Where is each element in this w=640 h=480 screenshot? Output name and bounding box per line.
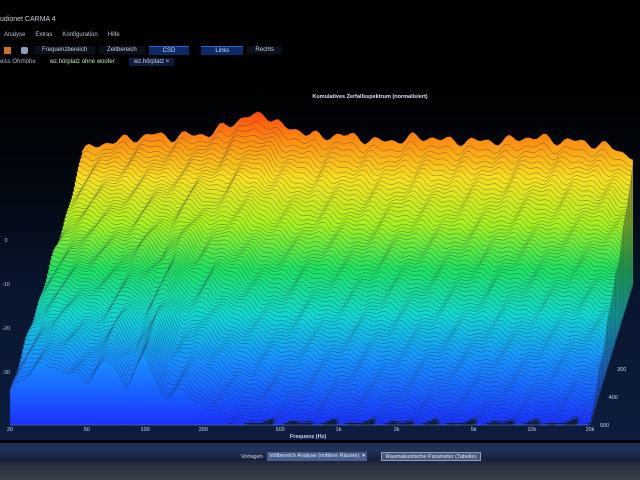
x-tick-label: 1k <box>336 427 342 433</box>
x-tick-label: 50 <box>84 427 90 433</box>
y-tick-label: 0 <box>4 238 7 244</box>
y-tick-label: -10 <box>2 282 10 288</box>
x-tick-label: 2k <box>394 427 400 433</box>
select-value: Vollbereich Analyse (mittlere Räume) <box>269 453 360 459</box>
y-tick-label: -30 <box>2 370 10 376</box>
waterfall-slices <box>9 111 634 426</box>
chevron-down-icon: ▾ <box>362 453 365 459</box>
time-tick-label: 500 <box>600 423 609 429</box>
x-tick-label: 100 <box>141 427 150 433</box>
x-axis-label: Frequenz (Hz) <box>290 434 327 440</box>
y-tick-label: -20 <box>2 326 10 332</box>
x-tick-label: 500 <box>276 427 285 433</box>
time-tick-label: 300 <box>617 367 626 373</box>
time-tick-label: 400 <box>609 395 618 401</box>
vorlagen-select[interactable]: Vollbereich Analyse (mittlere Räume) ▾ <box>267 452 367 461</box>
x-tick-label: 20k <box>586 427 595 433</box>
vorlagen-label: Vorlagen <box>241 454 263 460</box>
bottom-bar <box>0 443 640 480</box>
chart-title: Kumulatives Zerfallsspektrum (normalisie… <box>312 94 427 100</box>
raumakustik-button[interactable]: Raumakustische Parameter (Tabelle) <box>381 452 481 461</box>
x-tick-label: 10k <box>527 427 536 433</box>
x-tick-label: 200 <box>199 427 208 433</box>
x-tick-label: 20 <box>7 427 13 433</box>
csd-chart: 20 50 100 200 500 1k 2k 5k 10k 20k 0 -10 -20 -30 300 40… <box>2 94 634 440</box>
x-tick-label: 5k <box>471 427 477 433</box>
